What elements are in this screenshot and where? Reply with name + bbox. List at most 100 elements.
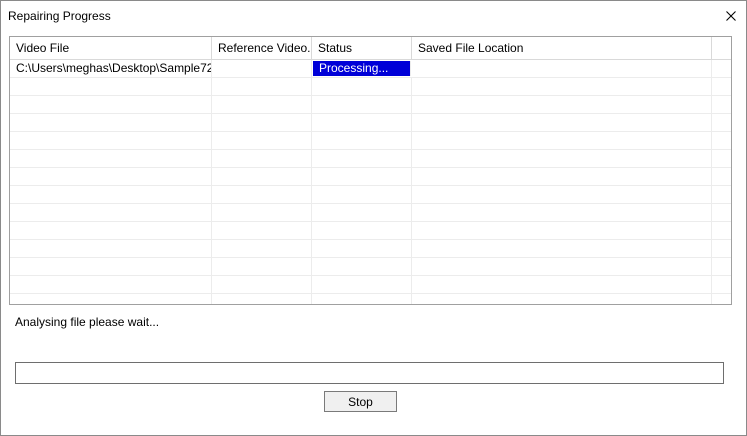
empty-cell [412,114,712,131]
empty-cell [712,96,731,113]
repair-file-grid[interactable]: Video File Reference Video... Status Sav… [9,36,732,305]
empty-cell [412,204,712,221]
empty-cell [212,186,312,203]
empty-cell [10,186,212,203]
empty-cell [412,96,712,113]
empty-cell [10,294,212,304]
empty-cell [412,222,712,239]
empty-cell [10,114,212,131]
empty-cell [212,222,312,239]
empty-cell [412,294,712,304]
empty-row [10,168,731,186]
empty-cell [712,276,731,293]
grid-rows: C:\Users\meghas\Desktop\Sample72... Proc… [10,60,731,304]
column-header-reference-video[interactable]: Reference Video... [212,37,312,59]
empty-row [10,294,731,304]
empty-cell [312,204,412,221]
empty-cell [212,114,312,131]
empty-cell [312,258,412,275]
empty-cell [312,186,412,203]
empty-row [10,114,731,132]
empty-cell [10,132,212,149]
empty-row [10,78,731,96]
empty-cell [712,168,731,185]
close-button[interactable] [716,1,746,31]
empty-row [10,276,731,294]
column-header-filler [712,37,731,59]
table-row[interactable]: C:\Users\meghas\Desktop\Sample72... Proc… [10,60,731,78]
empty-cell [212,96,312,113]
empty-row [10,150,731,168]
empty-cell [312,78,412,95]
empty-cell [212,78,312,95]
empty-cell [412,168,712,185]
dialog-title: Repairing Progress [8,9,111,23]
column-header-video-file[interactable]: Video File [10,37,212,59]
empty-cell [10,168,212,185]
empty-cell [212,150,312,167]
empty-cell [212,258,312,275]
empty-cell [10,78,212,95]
empty-cell [212,276,312,293]
empty-cell [712,240,731,257]
empty-cell [212,168,312,185]
status-message: Analysing file please wait... [15,315,160,329]
empty-cell [212,294,312,304]
column-header-saved-file-location[interactable]: Saved File Location [412,37,712,59]
cell-filler [712,60,731,77]
cell-reference-video [212,60,312,77]
empty-cell [212,204,312,221]
stop-button[interactable]: Stop [324,391,397,412]
cell-status: Processing... [313,61,411,76]
empty-cell [312,114,412,131]
empty-cell [10,222,212,239]
empty-cell [412,150,712,167]
empty-row [10,96,731,114]
empty-cell [712,222,731,239]
empty-row [10,258,731,276]
cell-saved-file-location [412,60,712,77]
empty-cell [412,78,712,95]
empty-cell [312,294,412,304]
empty-row [10,222,731,240]
empty-cell [712,132,731,149]
empty-row [10,240,731,258]
empty-cell [10,258,212,275]
empty-row [10,132,731,150]
empty-cell [412,258,712,275]
empty-cell [312,132,412,149]
empty-cell [312,168,412,185]
close-icon [726,11,736,21]
progress-bar [15,362,724,384]
empty-cell [312,240,412,257]
empty-cell [10,276,212,293]
empty-cell [212,240,312,257]
empty-cell [10,150,212,167]
empty-cell [212,132,312,149]
empty-cell [10,204,212,221]
empty-cell [712,186,731,203]
empty-cell [712,78,731,95]
empty-cell [312,96,412,113]
empty-cell [712,114,731,131]
empty-cell [712,294,731,304]
column-header-status[interactable]: Status [312,37,412,59]
empty-cell [10,240,212,257]
repairing-progress-dialog: Repairing Progress Video File Reference … [0,0,747,436]
cell-video-file: C:\Users\meghas\Desktop\Sample72... [10,60,212,77]
empty-row [10,186,731,204]
grid-header: Video File Reference Video... Status Sav… [10,37,731,60]
empty-cell [312,150,412,167]
empty-cell [312,276,412,293]
empty-cell [712,150,731,167]
empty-cell [712,258,731,275]
title-bar[interactable]: Repairing Progress [1,1,746,31]
empty-row [10,204,731,222]
empty-cell [412,186,712,203]
empty-cell [312,222,412,239]
empty-cell [10,96,212,113]
empty-cell [412,132,712,149]
empty-cell [712,204,731,221]
empty-cell [412,240,712,257]
empty-cell [412,276,712,293]
